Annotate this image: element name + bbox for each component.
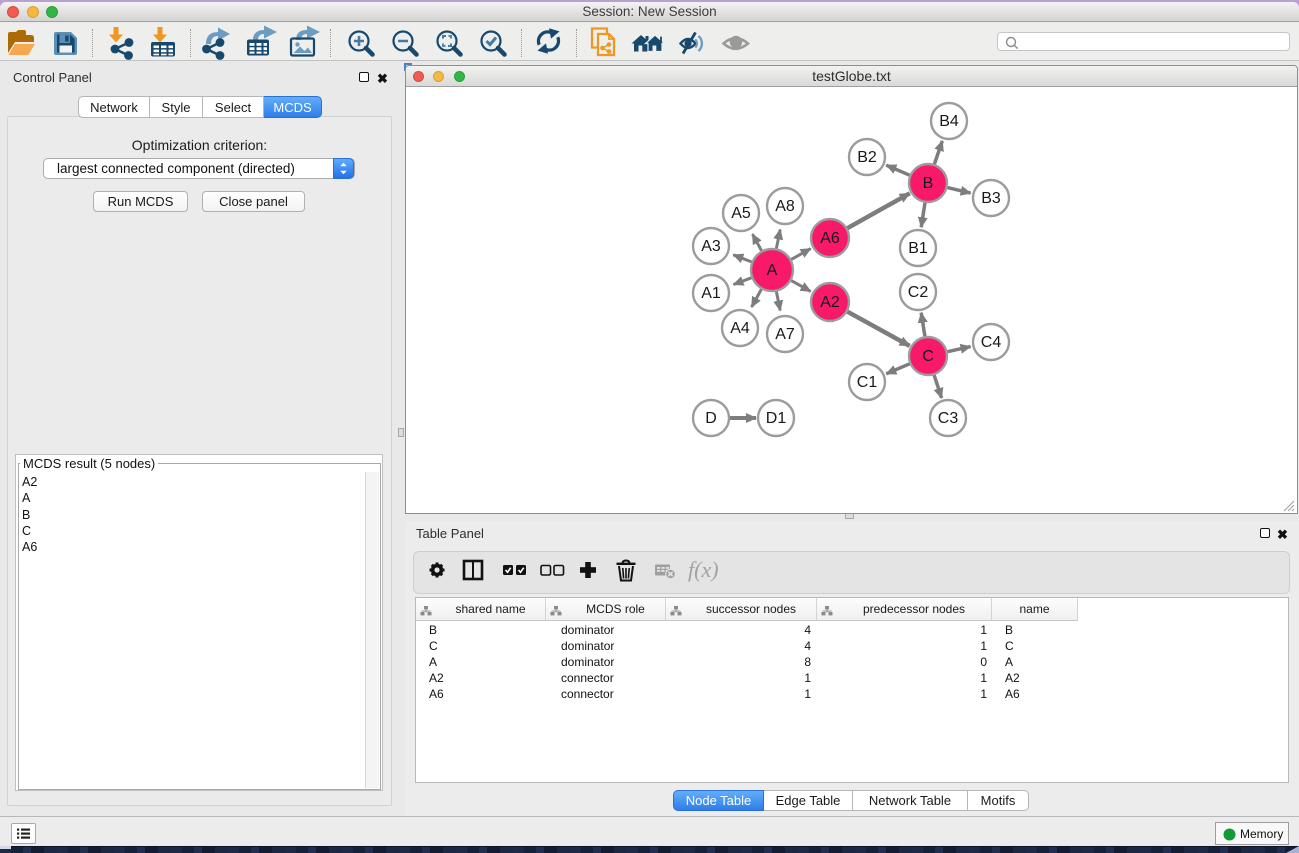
- svg-text:A8: A8: [775, 198, 795, 215]
- svg-text:D: D: [705, 410, 717, 427]
- svg-text:A1: A1: [701, 285, 721, 302]
- svg-text:A2: A2: [820, 294, 840, 311]
- svg-text:B1: B1: [908, 240, 928, 257]
- svg-text:C4: C4: [981, 334, 1002, 351]
- svg-text:C2: C2: [908, 284, 929, 301]
- svg-text:f(x): f(x): [688, 557, 719, 582]
- svg-text:A5: A5: [731, 205, 751, 222]
- svg-text:A: A: [767, 262, 778, 279]
- svg-text:B3: B3: [981, 190, 1001, 207]
- svg-text:B2: B2: [857, 149, 877, 166]
- svg-text:C1: C1: [857, 374, 878, 391]
- svg-text:A4: A4: [730, 320, 750, 337]
- svg-text:C3: C3: [938, 410, 959, 427]
- svg-text:B: B: [923, 175, 934, 192]
- svg-text:B4: B4: [939, 113, 959, 130]
- svg-text:A3: A3: [701, 238, 721, 255]
- svg-text:A7: A7: [775, 326, 795, 343]
- svg-text:C: C: [922, 348, 934, 365]
- svg-text:A6: A6: [820, 230, 840, 247]
- svg-text:D1: D1: [766, 410, 787, 427]
